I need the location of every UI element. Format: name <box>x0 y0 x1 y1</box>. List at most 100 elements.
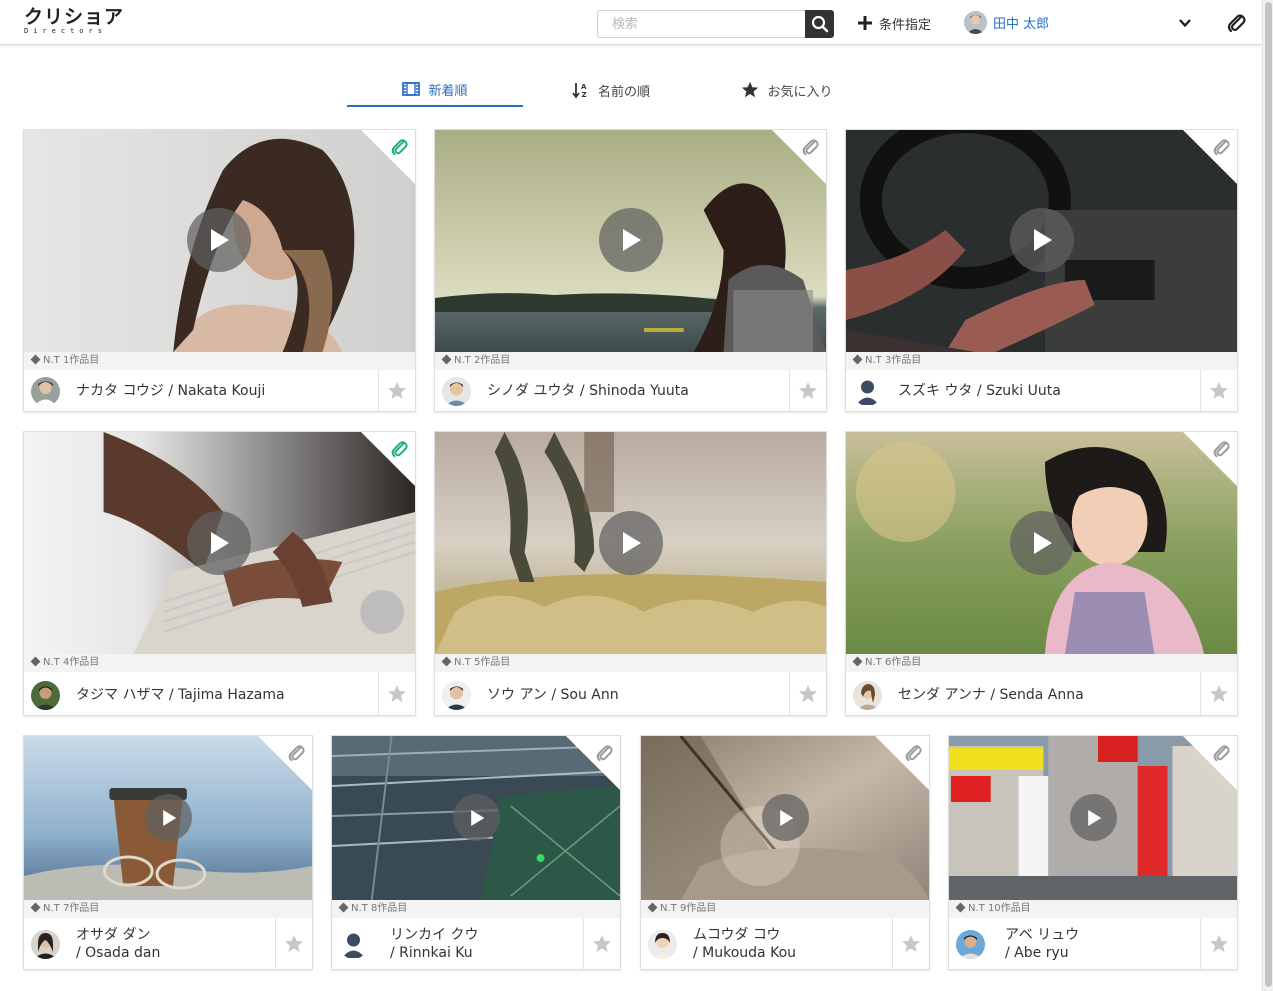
film-icon <box>402 82 421 96</box>
star-icon <box>902 934 920 952</box>
play-button[interactable] <box>187 511 251 575</box>
tab-name-order[interactable]: A Z 名前の順 <box>523 73 699 107</box>
chevron-down-icon[interactable] <box>1178 16 1192 30</box>
logo-sub-text: Directors <box>24 27 107 35</box>
work-label-text: N.T 7作品目 <box>43 903 100 914</box>
condition-filter-label: 条件指定 <box>879 17 932 33</box>
creator-row: リンカイ クウ / Rinnkai Ku <box>332 918 620 969</box>
paperclip-icon[interactable] <box>390 439 408 459</box>
creator-name[interactable]: スズキ ウタ / Szuki Uuta <box>898 382 1061 400</box>
creator-avatar[interactable] <box>853 681 882 710</box>
creator-row: ムコウダ コウ / Mukouda Kou <box>641 918 929 969</box>
play-button[interactable] <box>145 794 192 841</box>
creator-avatar[interactable] <box>31 930 60 959</box>
paperclip-icon[interactable] <box>1212 137 1230 157</box>
creator-avatar[interactable] <box>853 377 882 406</box>
creator-name[interactable]: ムコウダ コウ / Mukouda Kou <box>693 926 796 962</box>
scrollbar[interactable] <box>1262 0 1273 991</box>
paperclip-icon[interactable] <box>287 743 305 763</box>
work-label-text: N.T 9作品目 <box>660 903 717 914</box>
creator-name-line1: アベ リュウ <box>1005 927 1080 943</box>
paperclip-icon[interactable] <box>595 743 613 763</box>
video-thumbnail[interactable] <box>24 736 312 900</box>
tab-newest[interactable]: 新着順 <box>347 73 523 107</box>
video-card: N.T 8作品目 リンカイ クウ / Rinnkai Ku <box>331 735 621 970</box>
video-card: N.T 7作品目 オサダ ダン / Osada dan <box>23 735 313 970</box>
play-button[interactable] <box>599 511 663 575</box>
favorite-button[interactable] <box>1200 672 1237 715</box>
video-thumbnail[interactable] <box>846 130 1237 352</box>
paperclip-icon[interactable] <box>801 137 819 157</box>
work-label: N.T 9作品目 <box>641 900 929 918</box>
creator-avatar[interactable] <box>956 930 985 959</box>
svg-text:A: A <box>581 83 587 91</box>
creator-name[interactable]: ナカタ コウジ / Nakata Kouji <box>76 382 265 400</box>
creator-name[interactable]: アベ リュウ / Abe ryu <box>1005 926 1079 962</box>
favorite-button[interactable] <box>1200 370 1237 411</box>
work-label: N.T 8作品目 <box>332 900 620 918</box>
tab-favorites[interactable]: お気に入り <box>699 73 875 107</box>
play-button[interactable] <box>453 794 500 841</box>
search-input[interactable] <box>597 10 805 38</box>
paperclip-icon[interactable] <box>1226 12 1246 34</box>
video-thumbnail[interactable] <box>435 130 826 352</box>
play-button[interactable] <box>187 208 251 272</box>
creator-name[interactable]: タジマ ハザマ / Tajima Hazama <box>76 686 285 704</box>
scrollbar-thumb[interactable] <box>1265 2 1272 987</box>
paperclip-icon[interactable] <box>904 743 922 763</box>
video-thumbnail[interactable] <box>24 130 415 352</box>
favorite-button[interactable] <box>789 370 826 411</box>
favorite-button[interactable] <box>1200 918 1237 969</box>
user-name: 田中 太郎 <box>993 17 1050 32</box>
play-icon <box>211 229 229 251</box>
logo[interactable]: クリショア Directors <box>24 7 124 35</box>
paperclip-icon[interactable] <box>1212 439 1230 459</box>
favorite-button[interactable] <box>583 918 620 969</box>
creator-avatar[interactable] <box>31 681 60 710</box>
favorite-button[interactable] <box>275 918 312 969</box>
play-button[interactable] <box>1010 511 1074 575</box>
creator-row: オサダ ダン / Osada dan <box>24 918 312 969</box>
work-label-text: N.T 6作品目 <box>865 657 922 668</box>
star-icon <box>285 934 303 952</box>
video-thumbnail[interactable] <box>641 736 929 900</box>
play-button[interactable] <box>762 794 809 841</box>
creator-name[interactable]: リンカイ クウ / Rinnkai Ku <box>390 926 478 962</box>
creator-name-line2: / Mukouda Kou <box>693 945 797 961</box>
creator-row: センダ アンナ / Senda Anna <box>846 672 1237 715</box>
favorite-button[interactable] <box>378 672 415 715</box>
creator-avatar[interactable] <box>31 377 60 406</box>
video-thumbnail[interactable] <box>949 736 1237 900</box>
creator-avatar[interactable] <box>339 930 368 959</box>
favorite-button[interactable] <box>789 672 826 715</box>
creator-avatar[interactable] <box>442 377 471 406</box>
play-button[interactable] <box>599 208 663 272</box>
creator-avatar[interactable] <box>648 930 677 959</box>
condition-filter-button[interactable]: 条件指定 <box>857 12 931 34</box>
paperclip-icon[interactable] <box>1212 743 1230 763</box>
favorite-button[interactable] <box>378 370 415 411</box>
search-button[interactable] <box>805 10 834 38</box>
creator-name[interactable]: オサダ ダン / Osada dan <box>76 926 160 962</box>
video-card: N.T 2作品目 シノダ ユウタ / Shinoda Yuuta <box>434 129 827 412</box>
paperclip-icon[interactable] <box>390 137 408 157</box>
creator-avatar[interactable] <box>442 681 471 710</box>
user-avatar <box>964 11 987 34</box>
creator-name[interactable]: シノダ ユウタ / Shinoda Yuuta <box>487 382 689 400</box>
play-icon <box>162 809 176 826</box>
user-menu[interactable]: 田中 太郎 <box>964 11 1049 34</box>
play-button[interactable] <box>1070 794 1117 841</box>
play-button[interactable] <box>1010 208 1074 272</box>
creator-name[interactable]: ソウ アン / Sou Ann <box>487 686 619 704</box>
video-card: N.T 6作品目 センダ アンナ / Senda Anna <box>845 431 1238 716</box>
video-thumbnail[interactable] <box>24 432 415 654</box>
video-thumbnail[interactable] <box>846 432 1237 654</box>
creator-name[interactable]: センダ アンナ / Senda Anna <box>898 686 1084 704</box>
play-icon <box>470 809 484 826</box>
creator-name-line1: リンカイ クウ <box>390 927 479 943</box>
favorite-button[interactable] <box>892 918 929 969</box>
tab-name-order-label: 名前の順 <box>597 84 650 100</box>
video-thumbnail[interactable] <box>332 736 620 900</box>
star-icon <box>593 934 611 952</box>
video-thumbnail[interactable] <box>435 432 826 654</box>
